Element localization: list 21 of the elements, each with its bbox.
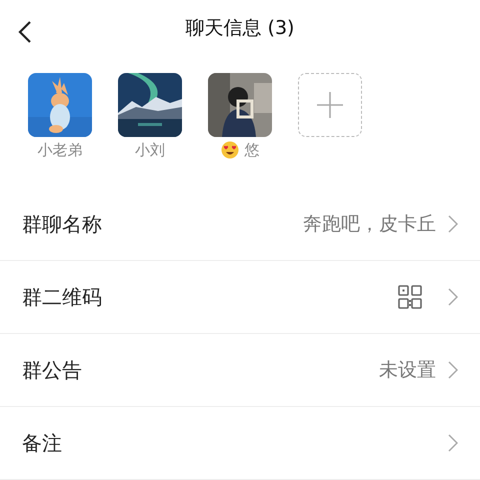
row-label: 群二维码 — [22, 284, 103, 310]
plus-icon — [316, 90, 344, 119]
member-name: 悠 — [244, 140, 260, 160]
back-icon[interactable] — [18, 20, 32, 44]
chevron-right-icon — [448, 288, 458, 306]
settings-row[interactable]: 群二维码 — [0, 261, 480, 334]
settings-row[interactable]: 群聊名称 奔跑吧，皮卡丘 — [0, 188, 480, 261]
row-label: 群公告 — [22, 356, 83, 384]
chevron-right-icon — [448, 434, 458, 452]
row-value: 未设置 — [379, 358, 436, 383]
row-label: 群聊名称 — [22, 210, 103, 238]
chevron-right-icon — [448, 215, 458, 233]
chevron-right-icon — [448, 361, 458, 379]
settings-row[interactable]: 备注 — [0, 407, 480, 480]
page-title: 聊天信息 (3) — [186, 16, 294, 41]
qr-code-icon — [398, 285, 422, 309]
row-value: 奔跑吧，皮卡丘 — [303, 212, 436, 237]
settings-row[interactable]: 群公告 未设置 — [0, 334, 480, 407]
row-label: 备注 — [22, 430, 63, 456]
member-name: 小老弟 — [38, 140, 82, 160]
member-name: 小刘 — [135, 140, 165, 160]
